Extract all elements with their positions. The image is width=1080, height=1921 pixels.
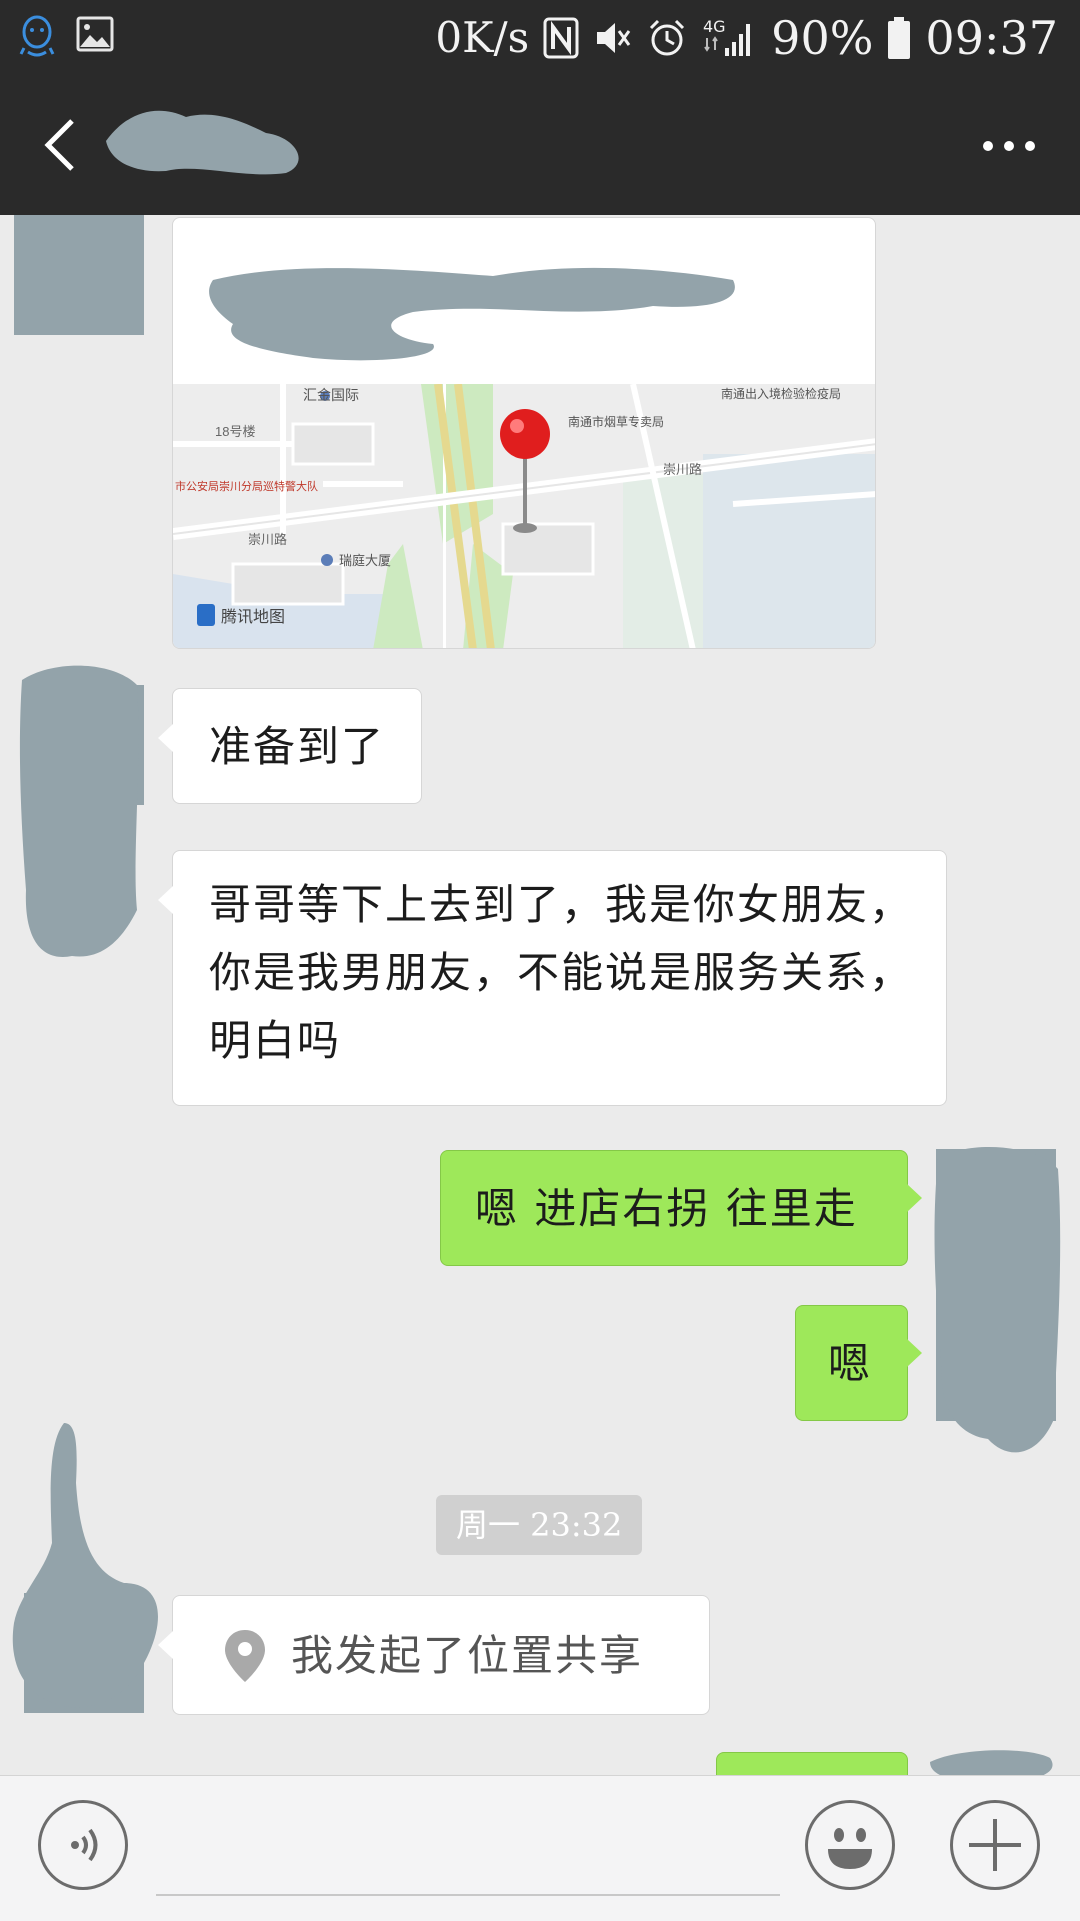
location-pin-icon <box>225 1630 265 1682</box>
battery-percent: 90% <box>771 10 874 65</box>
clock: 09:37 <box>925 10 1058 65</box>
chat-area[interactable]: 汇金国际 南通市烟草专卖局 南通出入境检验检疫局 18号楼 崇川路 崇川路 市公… <box>0 215 1080 1775</box>
message-input[interactable] <box>156 1810 784 1892</box>
redaction-mark <box>209 267 735 361</box>
time-divider: 周一 23:32 <box>436 1495 643 1555</box>
network-speed: 0K/s <box>435 13 530 62</box>
message-text: 嗯 <box>828 1339 873 1388</box>
map-label: 崇川路 <box>663 462 702 477</box>
emoji-icon <box>828 1828 872 1869</box>
emoji-button[interactable] <box>805 1800 895 1890</box>
plus-icon <box>969 1819 1021 1871</box>
redaction-mark <box>930 1750 1053 1775</box>
map-label: 瑞庭大厦 <box>339 553 391 568</box>
map-label: 崇川路 <box>248 532 287 547</box>
redaction-mark <box>19 665 139 957</box>
status-bar: 0K/s 4G 90% 09:37 <box>0 0 1080 75</box>
map-preview[interactable]: 汇金国际 南通市烟草专卖局 南通出入境检验检疫局 18号楼 崇川路 崇川路 市公… <box>173 383 875 648</box>
back-button[interactable] <box>38 115 82 175</box>
message-bubble[interactable]: 哥哥等下上去到了，我是你女朋友，你是我男朋友，不能说是服务关系，明白吗 <box>158 850 947 1106</box>
message-bubble[interactable]: 嗯 <box>795 1305 922 1421</box>
title-bar <box>0 75 1080 215</box>
nfc-icon <box>543 17 579 59</box>
map-provider: 腾讯地图 <box>221 608 285 626</box>
message-bubble[interactable]: 嗯 进店右拐 往里走 <box>440 1150 922 1266</box>
more-button[interactable] <box>978 131 1040 161</box>
redaction-mark <box>14 215 134 335</box>
input-bar <box>0 1775 1080 1921</box>
mute-vibrate-icon <box>593 18 633 58</box>
message-text: 准备到了 <box>209 722 386 771</box>
avatar[interactable] <box>12 1423 158 1713</box>
message-bubble[interactable] <box>716 1752 908 1775</box>
redaction-mark <box>106 110 299 175</box>
battery-icon <box>887 16 911 60</box>
redaction-mark <box>934 1146 1061 1453</box>
map-label: 汇金国际 <box>303 387 359 403</box>
voice-button[interactable] <box>38 1800 128 1890</box>
redaction-mark <box>12 1423 158 1708</box>
plus-button[interactable] <box>950 1800 1040 1890</box>
signal-type-label: 4G <box>703 17 726 36</box>
message-text: 哥哥等下上去到了，我是你女朋友，你是我男朋友，不能说是服务关系，明白吗 <box>209 880 914 1065</box>
alarm-icon <box>647 18 687 58</box>
chevron-left-icon <box>44 119 74 171</box>
map-label: 市公安局崇川分局巡特警大队 <box>175 479 318 493</box>
map-label: 南通市烟草专卖局 <box>568 414 664 429</box>
message-text: 我发起了位置共享 <box>291 1631 644 1680</box>
signal-icon: 4G <box>701 16 757 60</box>
gallery-icon <box>76 14 114 58</box>
more-dots-icon <box>983 141 1035 151</box>
map-label: 南通出入境检验检疫局 <box>721 386 841 401</box>
my-avatar[interactable] <box>934 1146 1061 1453</box>
message-text: 嗯 进店右拐 往里走 <box>475 1184 858 1233</box>
map-label: 18号楼 <box>215 424 255 439</box>
input-underline <box>156 1894 780 1896</box>
avatar[interactable] <box>14 215 144 335</box>
location-share-message[interactable]: 我发起了位置共享 <box>158 1595 710 1715</box>
avatar[interactable] <box>19 665 144 957</box>
message-bubble[interactable]: 准备到了 <box>158 688 422 804</box>
location-message[interactable]: 汇金国际 南通市烟草专卖局 南通出入境检验检疫局 18号楼 崇川路 崇川路 市公… <box>172 217 876 649</box>
qq-icon <box>18 14 56 58</box>
voice-icon <box>71 1828 98 1862</box>
